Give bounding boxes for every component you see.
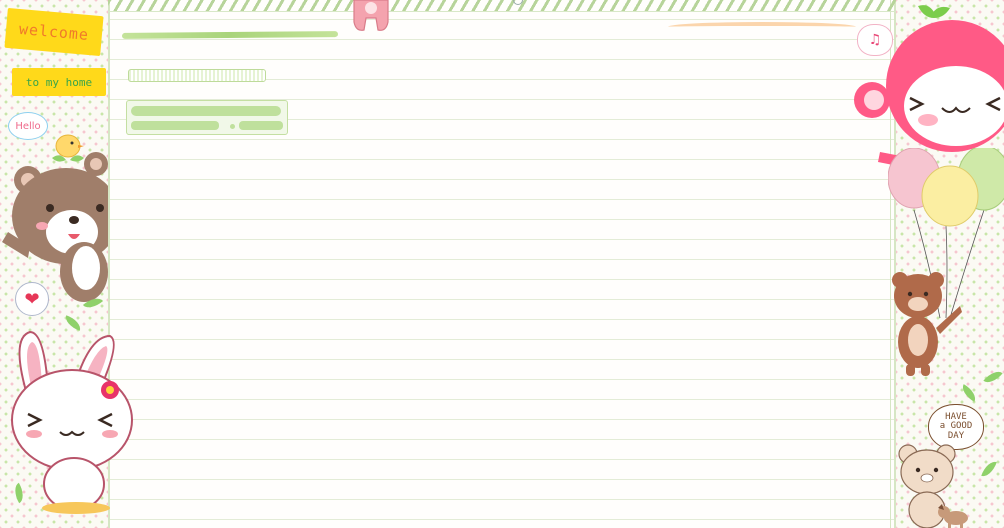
decorative-orange-stroke [668,22,856,38]
heart-bubble: ❤ [15,282,49,316]
bear-icon [2,152,108,302]
card-title-bar [131,106,281,116]
paw-icon [353,0,389,31]
content-card[interactable] [126,100,288,135]
stitched-top-border [108,0,896,12]
home-banner: to my home [12,68,106,96]
nav-bar[interactable] [128,69,266,82]
dog-icon [938,504,968,528]
card-field-right [239,121,283,130]
welcome-banner: welcome [4,7,104,57]
heart-icon: ❤ [24,288,40,310]
bear-icon [892,272,962,376]
hello-bubble: Hello [8,112,48,140]
card-field-left [131,121,219,130]
monkey-icon [854,5,1004,168]
card-divider-dot [230,124,235,129]
